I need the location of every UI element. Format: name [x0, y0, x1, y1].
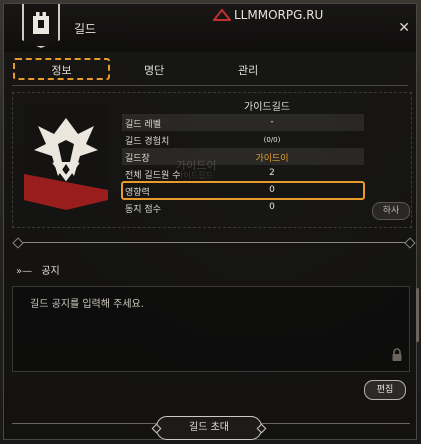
- window-header: 길드 LLMMORPG.RU ✕: [4, 4, 416, 52]
- tab-divider: [12, 85, 408, 86]
- bestow-button[interactable]: 하사: [372, 202, 410, 220]
- tab-info[interactable]: 정보: [13, 58, 110, 80]
- ghost-guild-name: 가이드길드: [176, 171, 213, 180]
- row-label: 동지 점수: [125, 205, 161, 215]
- row-value: (0/0): [263, 136, 281, 144]
- site-logo-icon: [211, 7, 233, 26]
- guild-invite-button[interactable]: 길드 초대: [156, 416, 262, 440]
- row-value: 0: [269, 185, 275, 195]
- arrow-icon: »—: [16, 266, 33, 277]
- row-guild-master: 길드장 가이드이: [122, 148, 364, 165]
- tab-bar: 정보 명단 관리: [4, 56, 416, 86]
- row-label: 길드장: [125, 154, 150, 164]
- row-guild-level: 길드 레벨 -: [122, 114, 364, 131]
- notice-scrollbar[interactable]: [416, 288, 419, 342]
- close-icon[interactable]: ✕: [398, 20, 410, 36]
- tab-manage[interactable]: 관리: [238, 62, 258, 78]
- tab-roster[interactable]: 명단: [144, 62, 164, 78]
- row-member-count: 전체 길드원 수 2: [122, 165, 364, 182]
- row-guild-exp: 길드 경험치 (0/0): [122, 131, 364, 148]
- guild-stats-table: 길드 레벨 - 길드 경험치 (0/0) 길드장 가이드이 전체 길드원 수 2…: [121, 114, 365, 216]
- guild-name: 가이드길드: [244, 102, 290, 113]
- lock-icon: [391, 347, 403, 366]
- row-ally-score: 동지 점수 0: [122, 199, 364, 216]
- row-label: 전체 길드원 수: [125, 171, 181, 181]
- row-value: -: [270, 117, 274, 127]
- row-label: 영향력: [125, 188, 150, 198]
- notice-title: 공지: [41, 266, 60, 277]
- row-label: 길드 경험치: [125, 137, 170, 147]
- edit-button[interactable]: 편집: [364, 380, 406, 400]
- emblem-icon: [22, 4, 60, 48]
- guild-crest-icon: [24, 104, 108, 210]
- notice-placeholder: 길드 공지를 입력해 주세요.: [30, 299, 144, 310]
- row-label: 길드 레벨: [125, 120, 161, 130]
- notice-heading: »— 공지: [16, 262, 60, 277]
- row-value: 2: [269, 168, 275, 178]
- site-watermark: LLMMORPG.RU: [234, 8, 324, 22]
- guild-window: 길드 LLMMORPG.RU ✕ 정보 명단 관리 가이드길드 길드 레벨 - …: [3, 3, 419, 440]
- row-influence: 영향력 0: [121, 181, 365, 200]
- section-divider: [16, 242, 412, 243]
- row-value: 0: [269, 202, 275, 212]
- window-title: 길드: [74, 22, 97, 36]
- row-value[interactable]: 가이드이: [232, 151, 312, 164]
